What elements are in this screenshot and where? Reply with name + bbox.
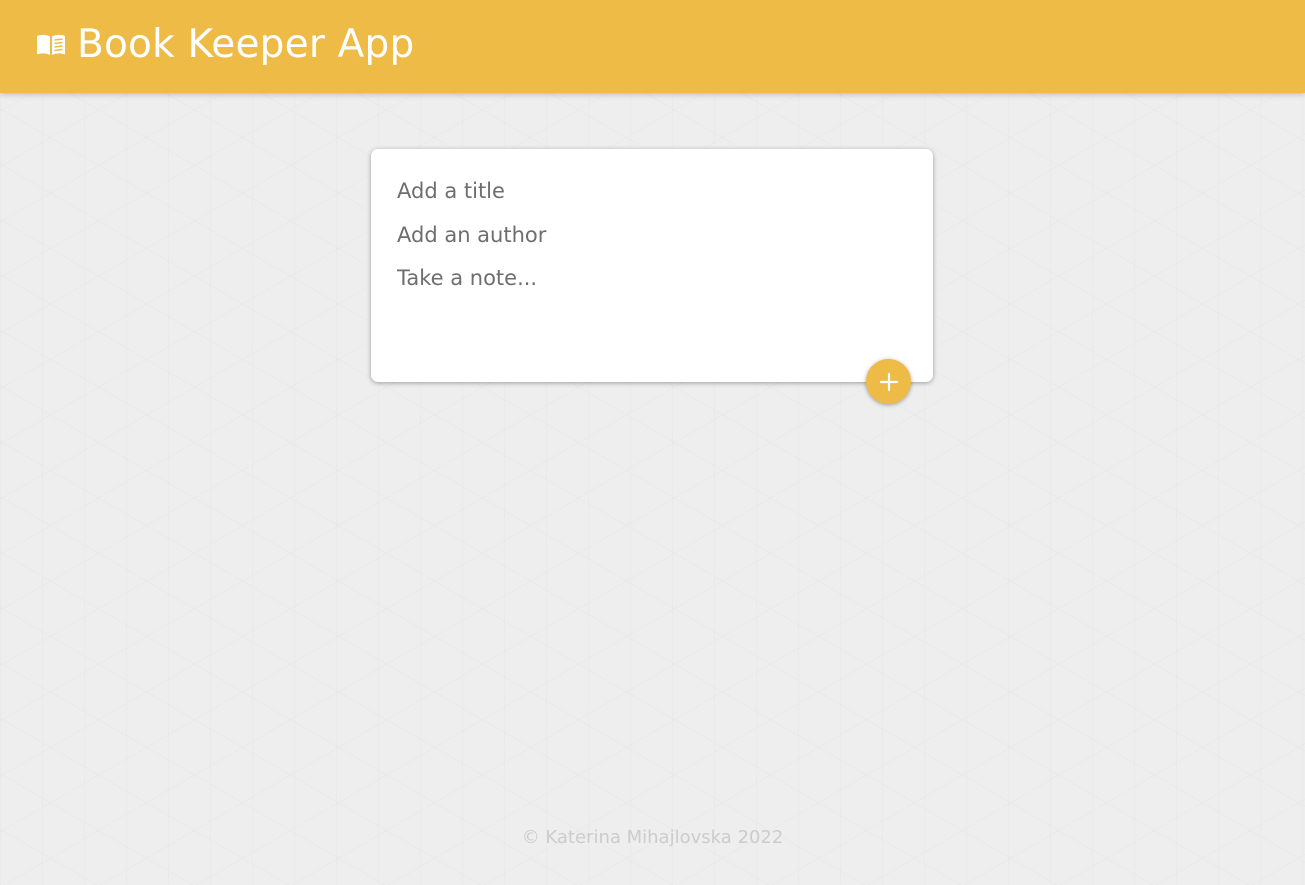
create-note-form bbox=[371, 149, 933, 382]
add-note-button[interactable] bbox=[866, 359, 911, 404]
open-book-icon bbox=[36, 33, 66, 57]
author-input[interactable] bbox=[397, 220, 897, 250]
app-title: Book Keeper App bbox=[77, 22, 415, 67]
title-input[interactable] bbox=[397, 176, 897, 206]
copyright-text: © Katerina Mihajlovska 2022 bbox=[521, 827, 784, 848]
plus-icon bbox=[879, 372, 899, 392]
footer: © Katerina Mihajlovska 2022 bbox=[0, 825, 1305, 851]
app-header: Book Keeper App bbox=[0, 0, 1305, 93]
note-textarea[interactable] bbox=[397, 263, 897, 363]
